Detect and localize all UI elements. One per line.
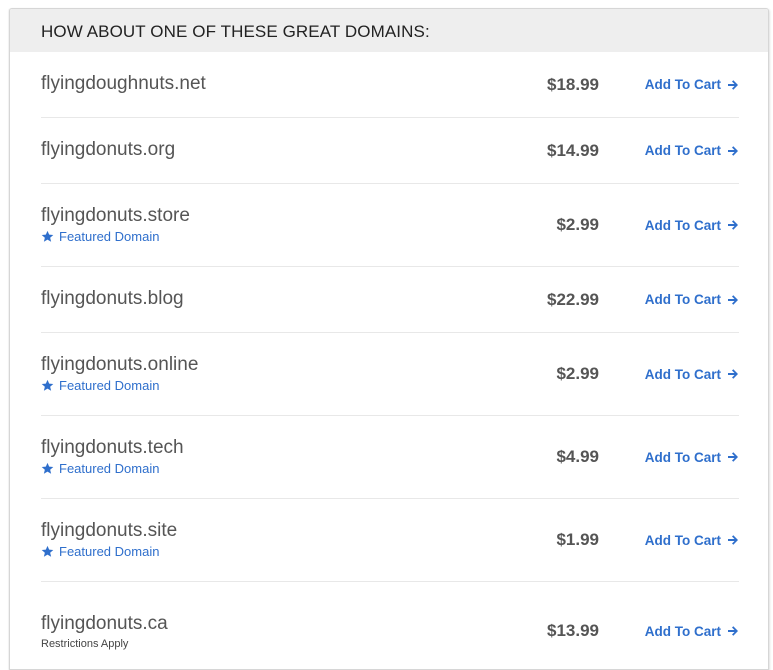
- star-icon: [41, 545, 54, 557]
- add-to-cart-button[interactable]: Add To Cart: [644, 533, 739, 548]
- domain-row: flyingdonuts.org $14.99 Add To Cart: [41, 118, 739, 184]
- add-to-cart-button[interactable]: Add To Cart: [644, 624, 739, 639]
- domain-name: flyingdonuts.org: [41, 139, 176, 160]
- domain-list: flyingdoughnuts.net $18.99 Add To Cart f…: [41, 52, 739, 669]
- domain-price: $13.99: [547, 621, 599, 640]
- arrow-right-icon: [728, 369, 738, 379]
- add-to-cart-label: Add To Cart: [644, 366, 721, 382]
- domain-row: flyingdonuts.online Featured Domain $2.9…: [41, 333, 739, 416]
- domain-price: $22.99: [547, 289, 599, 309]
- domain-suggestions-panel: HOW ABOUT ONE OF THESE GREAT DOMAINS: fl…: [9, 8, 769, 670]
- domain-row: flyingdoughnuts.net $18.99 Add To Cart: [41, 52, 739, 118]
- add-to-cart-label: Add To Cart: [644, 143, 721, 158]
- domain-price: $1.99: [556, 530, 599, 549]
- add-to-cart-label: Add To Cart: [644, 532, 721, 548]
- domain-name: flyingdonuts.tech: [41, 436, 184, 458]
- arrow-right-icon: [728, 535, 738, 545]
- add-to-cart-label: Add To Cart: [644, 449, 721, 465]
- domain-price: $18.99: [547, 74, 599, 94]
- domain-price: $14.99: [547, 140, 599, 160]
- domain-row: flyingdonuts.blog $22.99 Add To Cart: [41, 267, 739, 333]
- arrow-right-icon: [728, 626, 738, 636]
- domain-price: $2.99: [556, 215, 599, 234]
- featured-badge: Featured Domain: [41, 544, 519, 559]
- domain-row: flyingdonuts.site Featured Domain $1.99 …: [41, 499, 739, 582]
- domain-name: flyingdoughnuts.net: [41, 73, 206, 94]
- star-icon: [41, 230, 54, 242]
- featured-badge: Featured Domain: [41, 229, 519, 244]
- featured-label: Featured Domain: [59, 377, 160, 393]
- featured-badge: Featured Domain: [41, 461, 519, 476]
- add-to-cart-button[interactable]: Add To Cart: [644, 218, 739, 233]
- panel-header: HOW ABOUT ONE OF THESE GREAT DOMAINS:: [10, 9, 768, 52]
- featured-badge: Featured Domain: [41, 378, 519, 393]
- panel-title: HOW ABOUT ONE OF THESE GREAT DOMAINS:: [41, 21, 430, 41]
- featured-label: Featured Domain: [59, 543, 160, 559]
- domain-name: flyingdonuts.blog: [41, 288, 184, 309]
- star-icon: [41, 462, 54, 474]
- add-to-cart-label: Add To Cart: [644, 292, 721, 307]
- domain-row: flyingdonuts.store Featured Domain $2.99…: [41, 184, 739, 267]
- arrow-right-icon: [728, 452, 738, 462]
- featured-label: Featured Domain: [59, 228, 160, 244]
- arrow-right-icon: [728, 220, 738, 230]
- arrow-right-icon: [728, 294, 738, 305]
- add-to-cart-label: Add To Cart: [644, 77, 721, 92]
- domain-row: flyingdonuts.tech Featured Domain $4.99 …: [41, 416, 739, 499]
- domain-name: flyingdonuts.store: [41, 204, 190, 226]
- domain-row: flyingdonuts.ca Restrictions Apply $13.9…: [41, 582, 739, 669]
- domain-name: flyingdonuts.online: [41, 353, 199, 375]
- add-to-cart-button[interactable]: Add To Cart: [644, 77, 739, 92]
- arrow-right-icon: [728, 79, 738, 90]
- star-icon: [41, 379, 54, 391]
- add-to-cart-label: Add To Cart: [644, 623, 721, 639]
- add-to-cart-button[interactable]: Add To Cart: [644, 450, 739, 465]
- domain-name: flyingdonuts.site: [41, 519, 178, 541]
- add-to-cart-label: Add To Cart: [644, 217, 721, 233]
- featured-label: Featured Domain: [59, 460, 160, 476]
- domain-price: $4.99: [556, 447, 599, 466]
- add-to-cart-button[interactable]: Add To Cart: [644, 292, 739, 307]
- add-to-cart-button[interactable]: Add To Cart: [644, 143, 739, 158]
- restrictions-note: Restrictions Apply: [41, 637, 129, 650]
- add-to-cart-button[interactable]: Add To Cart: [644, 367, 739, 382]
- domain-name: flyingdonuts.ca: [41, 612, 168, 634]
- domain-price: $2.99: [556, 364, 599, 383]
- arrow-right-icon: [728, 145, 738, 156]
